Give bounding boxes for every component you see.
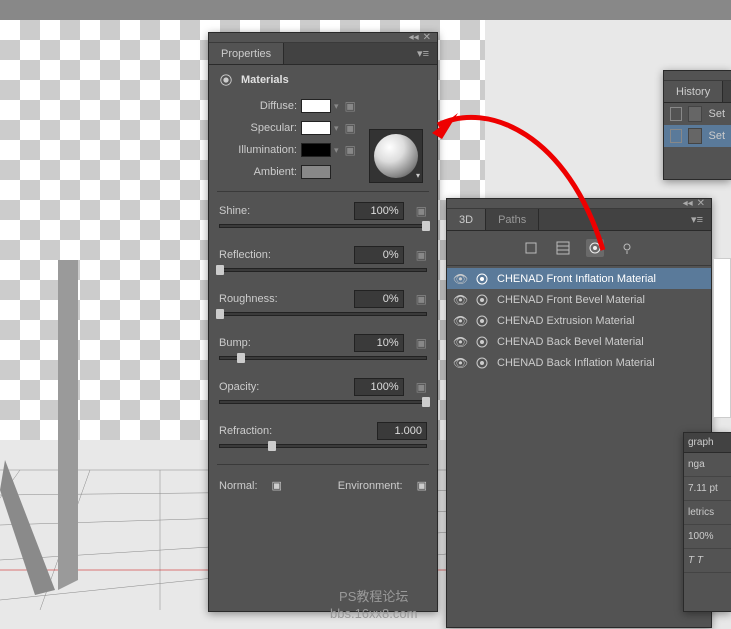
environment-label: Environment:: [338, 480, 403, 492]
tab-paths[interactable]: Paths: [486, 209, 539, 230]
list-item[interactable]: 👁CHENAD Front Inflation Material: [447, 268, 711, 289]
ambient-swatch[interactable]: [301, 165, 331, 179]
filter-materials-icon[interactable]: [586, 239, 604, 257]
history-step-icon: [688, 128, 702, 144]
specular-swatch[interactable]: [301, 121, 331, 135]
visibility-icon[interactable]: 👁: [453, 293, 467, 307]
panel-collapse-bar[interactable]: [664, 71, 731, 81]
history-panel: History Set Set: [663, 70, 731, 180]
folder-icon[interactable]: ▣: [416, 292, 427, 306]
app-top-bar: [0, 0, 731, 20]
diffuse-swatch[interactable]: [301, 99, 331, 113]
diffuse-label: Diffuse:: [219, 100, 297, 112]
reflection-slider[interactable]: [219, 268, 427, 272]
material-icon: [475, 272, 489, 286]
visibility-icon[interactable]: 👁: [453, 272, 467, 286]
list-item[interactable]: 👁CHENAD Extrusion Material: [447, 310, 711, 331]
tab-properties[interactable]: Properties: [209, 43, 284, 64]
folder-icon[interactable]: ▣: [417, 479, 427, 492]
aa-field[interactable]: letrics: [684, 501, 731, 525]
panel-collapse-bar[interactable]: ◂◂✕: [447, 199, 711, 209]
folder-icon[interactable]: ▣: [416, 248, 427, 262]
folder-icon[interactable]: ▣: [345, 143, 356, 157]
tab-history[interactable]: History: [664, 81, 723, 102]
history-item[interactable]: Set: [664, 103, 731, 125]
material-icon: [475, 356, 489, 370]
tab-paragraph[interactable]: graph: [684, 433, 731, 453]
filter-lights-icon[interactable]: [618, 239, 636, 257]
properties-panel: ◂◂✕ Properties ▾≡ Materials Diffuse: ▾ ▣ S…: [208, 32, 438, 612]
list-item[interactable]: 👁CHENAD Back Bevel Material: [447, 331, 711, 352]
material-icon: [475, 314, 489, 328]
ambient-label: Ambient:: [219, 166, 297, 178]
tab-3d[interactable]: 3D: [447, 209, 486, 230]
reflection-input[interactable]: 0%: [354, 246, 404, 264]
materials-icon: [219, 73, 233, 87]
watermark: PS教程论坛 bbs.16xx8.com: [330, 589, 417, 623]
bump-label: Bump:: [219, 337, 251, 349]
panel-menu-icon[interactable]: ▾≡: [683, 209, 711, 230]
roughness-input[interactable]: 0%: [354, 290, 404, 308]
shine-input[interactable]: 100%: [354, 202, 404, 220]
material-preview-sphere[interactable]: ▾: [369, 129, 423, 183]
filter-scene-icon[interactable]: [522, 239, 540, 257]
folder-icon[interactable]: ▣: [272, 479, 282, 492]
type-buttons[interactable]: T T: [684, 549, 731, 573]
refraction-label: Refraction:: [219, 425, 272, 437]
document-window: [713, 258, 731, 418]
folder-icon[interactable]: ▣: [345, 121, 356, 135]
visibility-icon[interactable]: 👁: [453, 335, 467, 349]
character-panel: graph nga 7.11 pt letrics 100% T T: [683, 432, 731, 612]
materials-section-header: Materials: [209, 65, 437, 95]
material-icon: [475, 335, 489, 349]
illumination-swatch[interactable]: [301, 143, 331, 157]
list-item[interactable]: 👁CHENAD Back Inflation Material: [447, 352, 711, 373]
visibility-icon[interactable]: 👁: [453, 314, 467, 328]
bump-input[interactable]: 10%: [354, 334, 404, 352]
opacity-slider[interactable]: [219, 400, 427, 404]
history-item[interactable]: Set: [664, 125, 731, 147]
roughness-slider[interactable]: [219, 312, 427, 316]
3d-panel: ◂◂✕ 3D Paths ▾≡ 👁CHENAD Front Inflation …: [446, 198, 712, 628]
list-item[interactable]: 👁CHENAD Front Bevel Material: [447, 289, 711, 310]
folder-icon[interactable]: ▣: [416, 380, 427, 394]
material-icon: [475, 293, 489, 307]
shine-label: Shine:: [219, 205, 250, 217]
normal-label: Normal:: [219, 480, 258, 492]
shine-slider[interactable]: [219, 224, 427, 228]
visibility-icon[interactable]: 👁: [453, 356, 467, 370]
opacity-label: Opacity:: [219, 381, 259, 393]
folder-icon[interactable]: ▣: [416, 204, 427, 218]
panel-collapse-bar[interactable]: ◂◂✕: [209, 33, 437, 43]
3d-text-object: [0, 260, 210, 620]
font-family-field[interactable]: nga: [684, 453, 731, 477]
roughness-label: Roughness:: [219, 293, 278, 305]
folder-icon[interactable]: ▣: [345, 99, 356, 113]
font-size-field[interactable]: 7.11 pt: [684, 477, 731, 501]
panel-menu-icon[interactable]: ▾≡: [409, 43, 437, 64]
history-step-icon: [688, 106, 702, 122]
bump-slider[interactable]: [219, 356, 427, 360]
filter-mesh-icon[interactable]: [554, 239, 572, 257]
opacity-input[interactable]: 100%: [354, 378, 404, 396]
folder-icon[interactable]: ▣: [416, 336, 427, 350]
specular-label: Specular:: [219, 122, 297, 134]
reflection-label: Reflection:: [219, 249, 271, 261]
refraction-slider[interactable]: [219, 444, 427, 448]
illumination-label: Illumination:: [219, 144, 297, 156]
refraction-input[interactable]: 1.000: [377, 422, 427, 440]
scale-field[interactable]: 100%: [684, 525, 731, 549]
material-list: 👁CHENAD Front Inflation Material 👁CHENAD…: [447, 266, 711, 375]
